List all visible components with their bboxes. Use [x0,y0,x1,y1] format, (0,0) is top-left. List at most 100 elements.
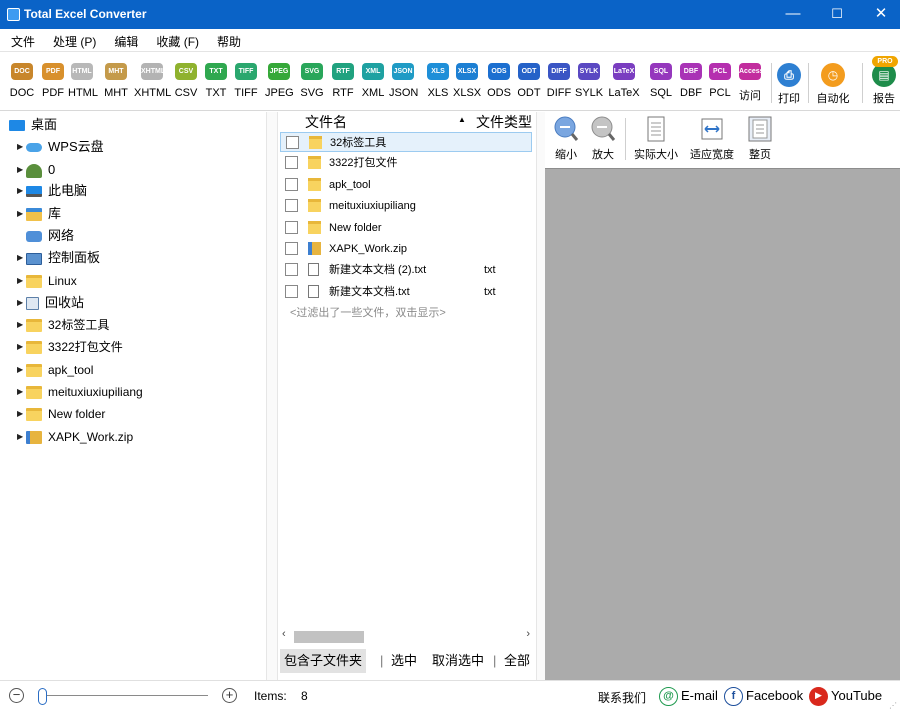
file-row[interactable]: XAPK_Work.zip [280,239,532,259]
close-button[interactable]: ✕ [859,0,900,29]
file-row[interactable]: 新建文本文档.txt txt [280,282,532,302]
actual-size-button[interactable]: 实际大小 [632,116,680,162]
tree-item[interactable]: ▶ 控制面板 [17,247,100,269]
include-subfolders-button[interactable]: 包含子文件夹 [280,649,367,673]
format-button-rtf[interactable]: RTF RTF [329,63,357,108]
report-button[interactable]: ▤ 报告 [869,63,899,108]
format-button-jpeg[interactable]: JPEG JPEG [265,63,294,108]
tree-item[interactable]: ▶ 3322打包文件 [17,336,123,358]
preview-splitter[interactable] [536,112,545,680]
facebook-link[interactable]: f Facebook [724,685,803,707]
menu-file[interactable]: 文件 [0,30,42,50]
format-button-xls[interactable]: XLS XLS [424,63,452,108]
zoom-in-button[interactable]: 放大 [590,116,616,162]
format-button-tiff[interactable]: TIFF TIFF [232,63,260,108]
menu-help[interactable]: 帮助 [206,30,248,50]
menu-favorites[interactable]: 收藏 (F) [145,30,206,50]
file-checkbox[interactable] [285,199,298,213]
select-button[interactable]: 选中 [391,649,417,673]
expand-arrow-icon[interactable]: ▶ [17,403,25,425]
zoom-plus-button[interactable]: + [222,688,237,703]
format-button-svg[interactable]: SVG SVG [298,63,326,108]
menu-process[interactable]: 处理 (P) [42,30,103,50]
contact-us-link[interactable]: 联系我们 [598,689,646,706]
scrollbar-thumb[interactable] [294,631,364,643]
format-button-csv[interactable]: CSV CSV [172,63,200,108]
automation-button[interactable]: ◷ 自动化 [813,63,853,108]
tree-splitter[interactable] [266,112,278,680]
format-button-ods[interactable]: ODS ODS [485,63,513,108]
expand-arrow-icon[interactable]: ▶ [17,270,25,292]
format-button-xml[interactable]: XML XML [359,63,387,108]
tree-item[interactable]: ▶ New folder [17,403,105,425]
file-row[interactable]: 32标签工具 [280,132,532,152]
expand-arrow-icon[interactable]: ▶ [17,180,25,202]
zoom-slider-thumb[interactable] [38,688,47,705]
youtube-link[interactable]: ▶ YouTube [809,685,882,707]
tree-item[interactable]: ▶ apk_tool [17,359,93,381]
format-button-latex[interactable]: LaTeX LaTeX [608,63,640,108]
expand-arrow-icon[interactable]: ▶ [17,381,25,403]
file-row[interactable]: 3322打包文件 [280,153,532,173]
preview-canvas[interactable] [545,168,900,680]
tree-item[interactable]: ▶ WPS云盘 [17,136,104,158]
tree-item[interactable]: ▶ 此电脑 [17,180,87,202]
horizontal-scrollbar[interactable]: ‹ › [280,628,534,644]
zoom-slider-track[interactable] [44,695,208,696]
tree-item[interactable]: 桌面 [9,114,57,136]
print-button[interactable]: ⎙ 打印 [776,63,802,108]
format-button-json[interactable]: JSON JSON [389,63,418,108]
expand-arrow-icon[interactable]: ▶ [17,314,25,336]
column-header-type[interactable]: 文件类型 [476,112,532,132]
email-link[interactable]: @ E-mail [659,685,718,707]
file-checkbox[interactable] [286,136,299,149]
file-row[interactable]: New folder [280,218,532,238]
tree-item[interactable]: ▶ 回收站 [17,292,84,314]
scroll-right-icon[interactable]: › [526,628,530,640]
tree-item[interactable]: ▶ meituxiuxiupiliang [17,381,143,403]
format-button-sylk[interactable]: SYLK SYLK [575,63,603,108]
folder-tree[interactable]: 桌面 ▶ WPS云盘 ▶ 0 ▶ 此电脑 ▶ 库网络 ▶ 控制面板 ▶ Linux ▶ 回收站 ▶ 32标签工具… [0,112,266,680]
format-button-mht[interactable]: MHT MHT [102,63,130,108]
file-row[interactable]: meituxiuxiupiliang [280,196,532,216]
minimize-button[interactable]: — [771,0,815,29]
format-button-access[interactable]: Access 访问 [736,63,764,108]
resize-grip-icon[interactable]: ⋰ [889,701,897,710]
zoom-out-button[interactable]: 缩小 [553,116,579,162]
tree-item[interactable]: ▶ XAPK_Work.zip [17,426,133,448]
file-checkbox[interactable] [285,263,298,277]
zoom-minus-button[interactable]: − [9,688,24,703]
file-checkbox[interactable] [285,284,298,298]
format-button-xlsx[interactable]: XLSX XLSX [453,63,481,108]
format-button-dbf[interactable]: DBF DBF [677,63,705,108]
file-checkbox[interactable] [285,242,298,255]
file-row[interactable]: 新建文本文档 (2).txt txt [280,260,532,280]
expand-arrow-icon[interactable]: ▶ [17,426,25,448]
expand-arrow-icon[interactable]: ▶ [17,159,25,181]
filtered-files-note[interactable]: <过滤出了一些文件，双击显示> [290,304,446,320]
expand-arrow-icon[interactable]: ▶ [17,359,25,381]
expand-arrow-icon[interactable]: ▶ [17,203,25,225]
expand-arrow-icon[interactable]: ▶ [17,136,25,158]
format-button-pdf[interactable]: PDF PDF [39,63,67,108]
scroll-left-icon[interactable]: ‹ [282,628,286,640]
file-checkbox[interactable] [285,177,298,191]
deselect-button[interactable]: 取消选中 [432,649,484,673]
whole-page-button[interactable]: 整页 [745,116,775,162]
format-button-xhtml[interactable]: XHTML XHTML [134,63,171,108]
maximize-button[interactable]: ☐ [815,0,859,29]
file-row[interactable]: apk_tool [280,175,532,195]
expand-arrow-icon[interactable]: ▶ [17,292,25,314]
select-all-button[interactable]: 全部 [504,649,530,673]
format-button-odt[interactable]: ODT ODT [515,63,543,108]
expand-arrow-icon[interactable]: ▶ [17,336,25,358]
menu-edit[interactable]: 编辑 [103,30,145,50]
file-checkbox[interactable] [285,220,298,234]
format-button-html[interactable]: HTML HTML [68,63,98,108]
format-button-doc[interactable]: DOC DOC [8,63,36,108]
tree-item[interactable]: 网络 [26,225,74,247]
format-button-sql[interactable]: SQL SQL [647,63,675,108]
tree-item[interactable]: ▶ Linux [17,270,77,292]
format-button-pcl[interactable]: PCL PCL [706,63,734,108]
format-button-txt[interactable]: TXT TXT [202,63,230,108]
